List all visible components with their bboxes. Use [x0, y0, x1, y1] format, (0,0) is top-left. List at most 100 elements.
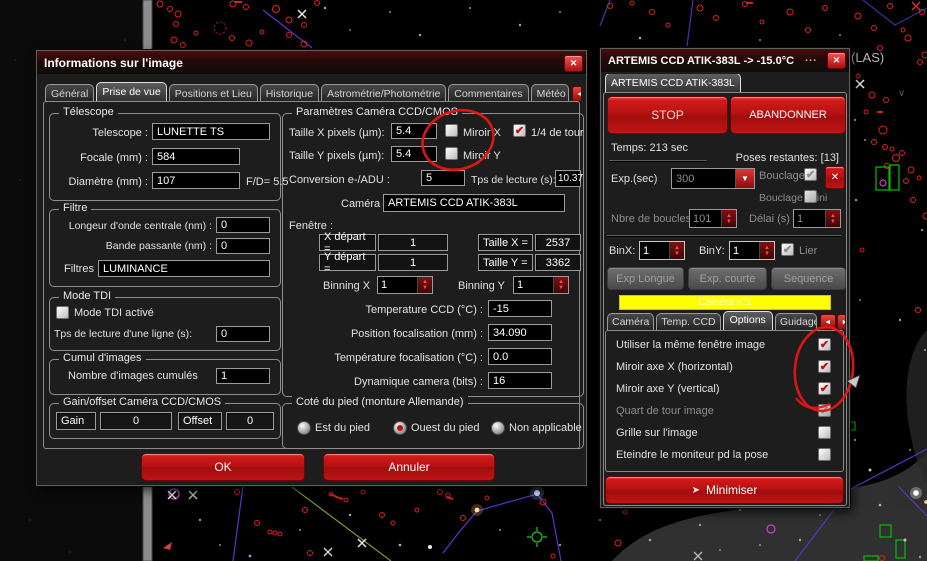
minimize-icon[interactable]: ...: [805, 52, 817, 64]
spinner-arrows-icon[interactable]: ▲▼: [825, 210, 840, 227]
spinner-arrows-icon[interactable]: ▲▼: [669, 242, 684, 259]
group-gain-legend: Gain/offset Caméra CCD/CMOS: [59, 396, 225, 408]
info-dialog-titlebar[interactable]: Informations sur l'image: [37, 51, 586, 74]
opt-miroir-x-checkbox[interactable]: ✔: [818, 360, 831, 373]
opt-grille-checkbox[interactable]: [818, 426, 831, 439]
miroir-y-checkbox[interactable]: [445, 147, 458, 160]
bande-field[interactable]: 0: [216, 238, 270, 254]
binning-x-label: Binning X: [323, 280, 370, 292]
group-tdi-legend: Mode TDI: [59, 290, 115, 302]
tab-commentaires[interactable]: Commentaires: [448, 84, 528, 102]
tab-temp-ccd[interactable]: Temp. CCD: [656, 313, 720, 330]
tab-scroll-left-icon[interactable]: ◄: [572, 86, 581, 102]
spinner-arrows-icon[interactable]: ▲▼: [553, 277, 568, 293]
subtab-scroll-right-icon[interactable]: ►: [837, 314, 845, 330]
offset-field[interactable]: 0: [226, 412, 274, 430]
diametre-field[interactable]: 107: [152, 172, 240, 189]
quart-tour-checkbox[interactable]: ✔: [513, 124, 526, 137]
x-depart-field[interactable]: 1: [378, 234, 448, 251]
nbre-boucles-label: Nbre de boucles: [611, 213, 691, 225]
tps-lecture-field[interactable]: 10.37: [555, 170, 581, 187]
gain-field[interactable]: 0: [100, 412, 172, 430]
tps-ligne-field[interactable]: 0: [216, 326, 270, 342]
exp-label: Exp.(sec): [611, 173, 657, 185]
filtres-field[interactable]: LUMINANCE: [98, 260, 270, 277]
chevron-glyph: ∨: [898, 88, 905, 99]
nbre-boucles-spinner[interactable]: 101 ▲▼: [689, 209, 737, 228]
info-tabs: Général Prise de vue Positions et Lieu H…: [45, 81, 581, 102]
tab-guidage[interactable]: Guidage: [775, 313, 817, 330]
opt-meme-fenetre-checkbox[interactable]: ✔: [818, 338, 831, 351]
lier-checkbox[interactable]: ✔: [781, 243, 794, 256]
separator: [607, 235, 841, 236]
spinner-arrows-icon[interactable]: ▲▼: [417, 277, 432, 293]
minimiser-button[interactable]: ➤ Minimiser: [605, 476, 844, 504]
tdi-checkbox[interactable]: [56, 306, 69, 319]
miroir-x-checkbox[interactable]: [445, 124, 458, 137]
radio-ouest-du-pied[interactable]: [393, 421, 407, 435]
exp-courte-button[interactable]: Exp. courte: [688, 267, 767, 290]
abandonner-button[interactable]: ABANDONNER: [730, 96, 846, 134]
conversion-field[interactable]: 5: [421, 170, 465, 186]
opt-miroir-y-checkbox[interactable]: ✔: [818, 382, 831, 395]
focale-field[interactable]: 584: [152, 148, 240, 165]
tab-general[interactable]: Général: [45, 84, 94, 102]
delai-spinner[interactable]: 1 ▲▼: [793, 209, 841, 228]
group-pied: Coté du pied (monture Allemande) Est du …: [282, 403, 584, 449]
dynamique-field[interactable]: 16: [488, 372, 552, 389]
spinner-arrows-icon[interactable]: ▲▼: [721, 210, 736, 227]
radio-est-du-pied[interactable]: [297, 421, 311, 435]
taille-x-label: Taille X pixels (µm):: [289, 127, 385, 139]
exp-close-icon[interactable]: ✕: [825, 166, 845, 189]
bouclage-checkbox[interactable]: ✔: [804, 168, 817, 181]
telescope-field[interactable]: LUNETTE TS: [152, 123, 270, 140]
group-cumul-legend: Cumul d'images: [59, 352, 146, 364]
lier-label: Lier: [799, 245, 817, 257]
binx-label: BinX:: [609, 245, 635, 257]
tab-artemis-ccd[interactable]: ARTEMIS CCD ATIK-383L: [605, 74, 741, 93]
temp-focalisation-field[interactable]: 0.0: [488, 348, 552, 365]
position-focalisation-field[interactable]: 34.090: [488, 324, 552, 341]
camera-field[interactable]: ARTEMIS CCD ATIK-383L: [383, 194, 565, 212]
longueur-field[interactable]: 0: [216, 217, 270, 233]
close-icon[interactable]: ✕: [564, 55, 583, 72]
radio-non-applicable[interactable]: [491, 421, 505, 435]
bouclage-label: Bouclage: [759, 170, 805, 182]
subtab-scroll-left-icon[interactable]: ◄: [820, 314, 836, 330]
tab-options[interactable]: Options: [723, 311, 773, 330]
camera-progress-bar: Caméra n°1: [619, 295, 831, 310]
radio-ouest-label: Ouest du pied: [411, 422, 480, 434]
taille-x-field[interactable]: 5.4: [391, 123, 437, 139]
taille-x-win-field[interactable]: 2537: [535, 234, 581, 251]
exp-combo[interactable]: 300 ▼: [671, 168, 755, 189]
tab-historique[interactable]: Historique: [260, 84, 319, 102]
exp-longue-button[interactable]: Exp Longue: [607, 267, 684, 290]
spinner-arrows-icon[interactable]: ▲▼: [759, 242, 774, 259]
taille-y-field[interactable]: 5.4: [391, 146, 437, 162]
offset-label-cell: Offset: [178, 412, 222, 430]
nombre-field[interactable]: 1: [216, 368, 270, 384]
binning-y-spinner[interactable]: 1 ▲▼: [513, 276, 569, 294]
bouclage-infini-checkbox[interactable]: [804, 190, 817, 203]
y-depart-field[interactable]: 1: [378, 254, 448, 271]
tab-camera[interactable]: Caméra: [607, 313, 654, 330]
tab-meteo[interactable]: Météo: [531, 84, 569, 102]
opt-quart-tour-checkbox[interactable]: ✔: [818, 404, 831, 417]
group-gain-offset: Gain/offset Caméra CCD/CMOS Gain 0 Offse…: [49, 403, 281, 439]
annuler-button[interactable]: Annuler: [323, 453, 495, 481]
ok-button[interactable]: OK: [141, 453, 305, 481]
sequence-button[interactable]: Sequence: [771, 267, 846, 290]
tab-prise-de-vue[interactable]: Prise de vue: [96, 82, 166, 102]
taille-y-win-field[interactable]: 3362: [535, 254, 581, 271]
close-icon[interactable]: ✕: [827, 52, 846, 69]
tab-positions-et-lieu[interactable]: Positions et Lieu: [169, 84, 258, 102]
dropdown-icon[interactable]: ▼: [735, 169, 754, 188]
biny-spinner[interactable]: 1 ▲▼: [729, 241, 775, 260]
binx-spinner[interactable]: 1 ▲▼: [639, 241, 685, 260]
temp-ccd-field[interactable]: -15: [488, 300, 552, 317]
binning-x-spinner[interactable]: 1 ▲▼: [377, 276, 433, 294]
tab-astrometrie[interactable]: Astrométrie/Photométrie: [321, 84, 446, 102]
opt-eteindre-checkbox[interactable]: [818, 448, 831, 461]
binning-y-label: Binning Y: [458, 280, 505, 292]
stop-button[interactable]: STOP: [607, 96, 728, 134]
